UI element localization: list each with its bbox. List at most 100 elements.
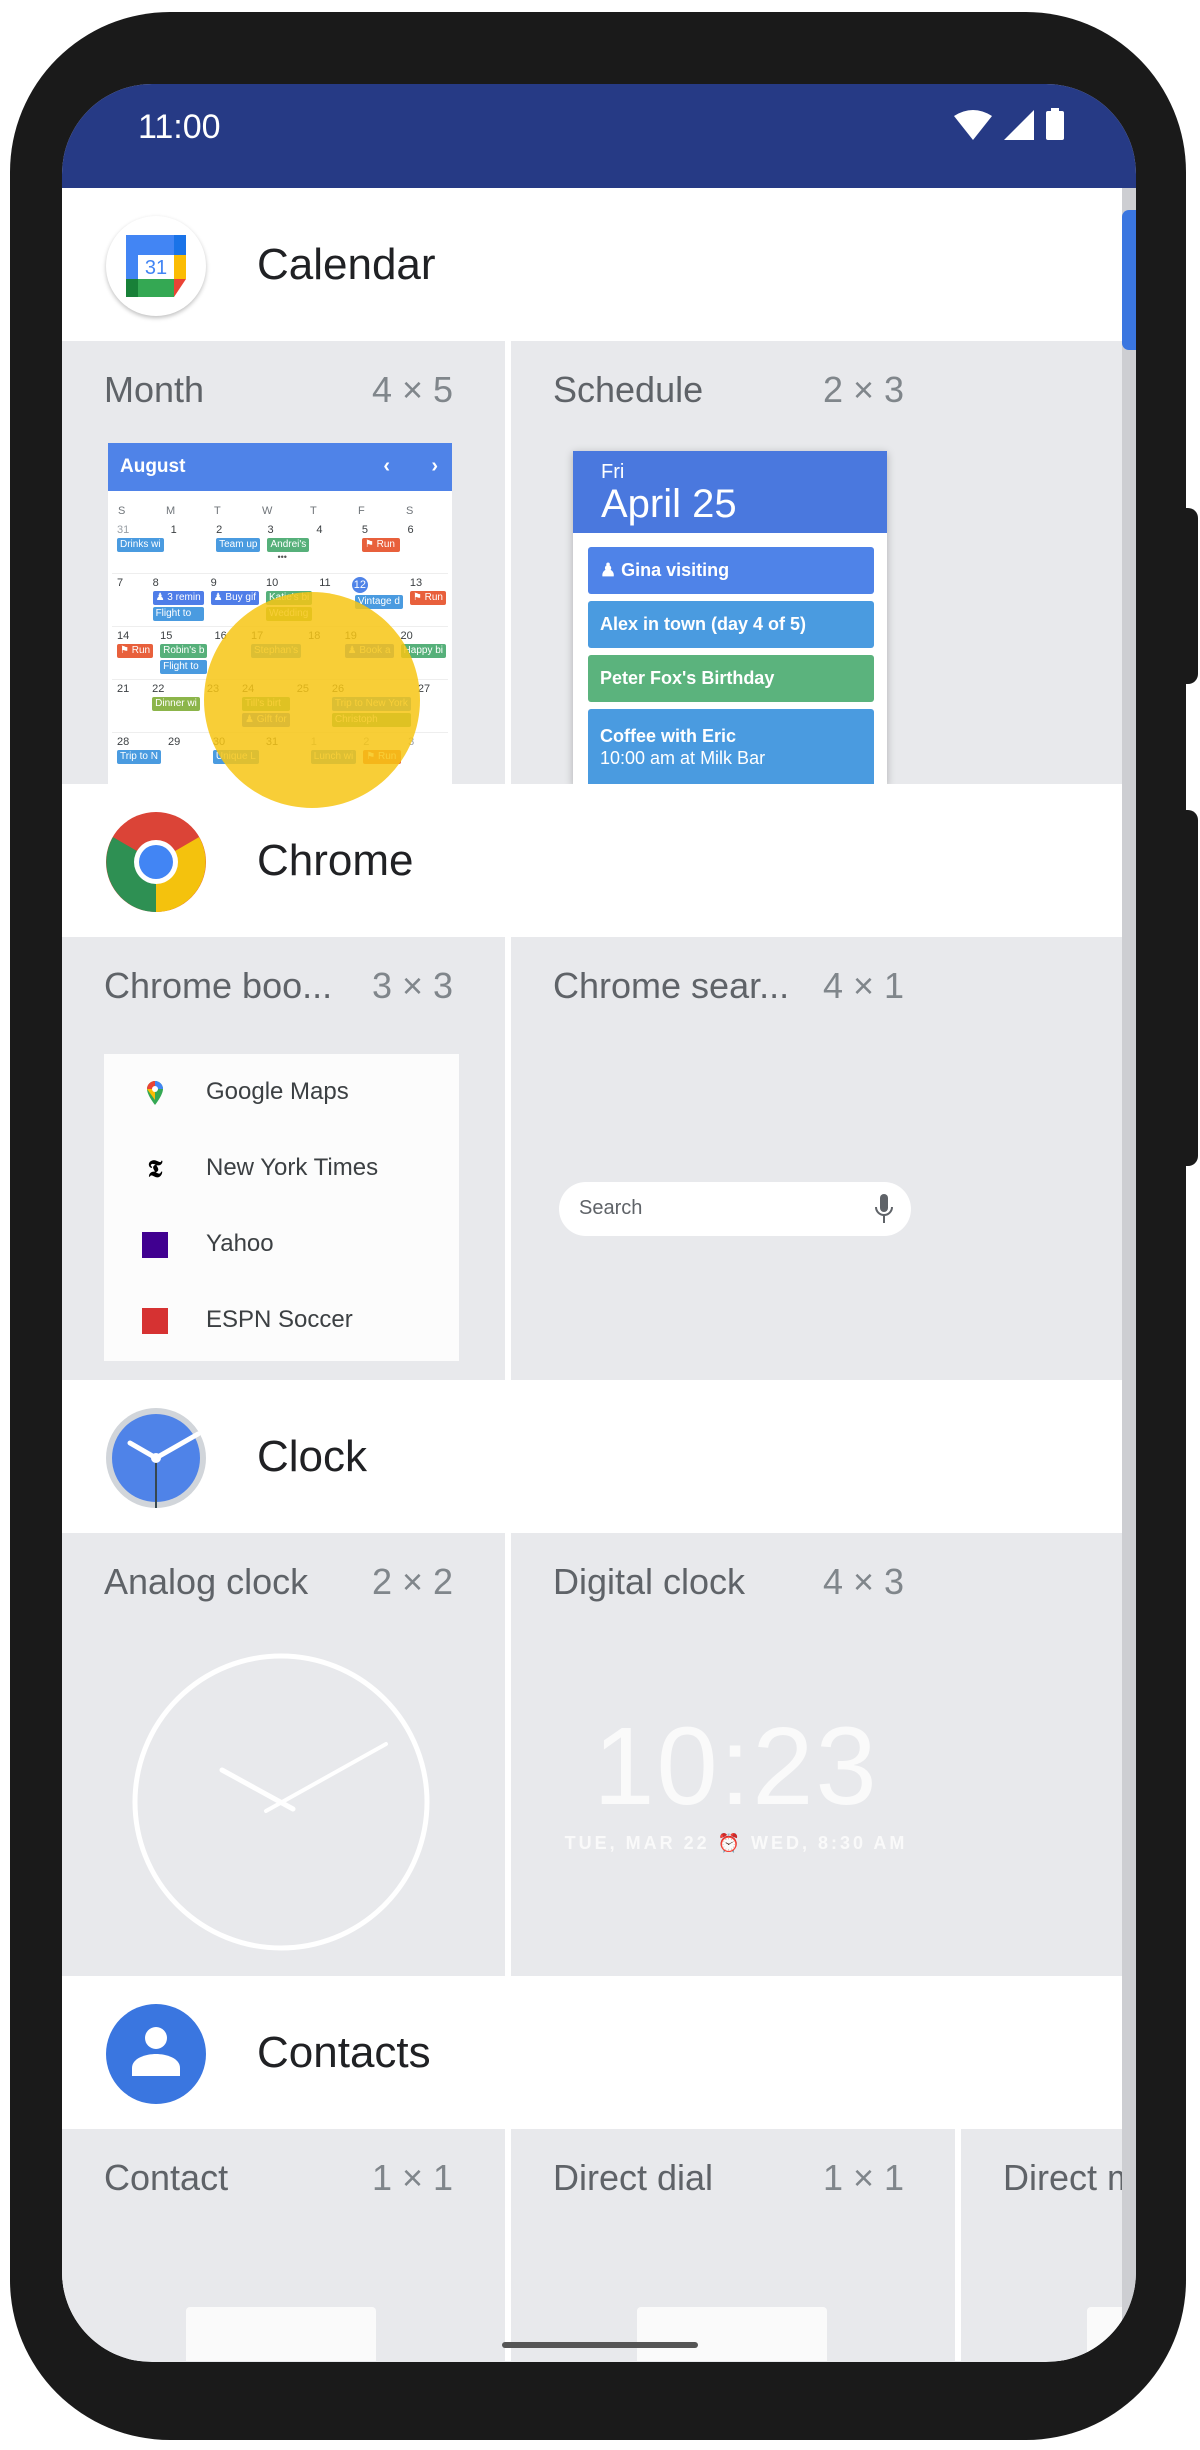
schedule-event: Coffee with Eric 10:00 am at Milk Bar bbox=[588, 709, 874, 784]
chrome-icon bbox=[106, 812, 206, 912]
app-header-calendar[interactable]: 31 Calendar bbox=[62, 188, 1122, 341]
status-time: 11:00 bbox=[138, 108, 221, 146]
widget-size: 4 × 5 bbox=[372, 369, 454, 410]
widget-chrome-search[interactable]: Chrome sear... 4 × 1 Search bbox=[511, 937, 1122, 1380]
widget-list[interactable]: 31 Calendar Month 4 × 5 August ‹ › SMTWT… bbox=[62, 188, 1122, 2361]
day-number: 1 bbox=[170, 524, 177, 536]
day-number: 11 bbox=[319, 577, 331, 589]
digital-date-line: TUE, MAR 22 ⏰ WED, 8:30 AM bbox=[511, 1833, 961, 1854]
direct-message-preview bbox=[1087, 2307, 1122, 2361]
nyt-icon: 𝕿 bbox=[147, 1154, 163, 1183]
digital-time: 10:23 bbox=[593, 1705, 879, 1828]
bookmark-label: ESPN Soccer bbox=[206, 1306, 353, 1333]
widget-digital-clock[interactable]: Digital clock 4 × 3 10:23 TUE, MAR 22 ⏰ … bbox=[511, 1533, 1122, 1976]
calendar-day: 1 bbox=[166, 521, 212, 573]
schedule-event: Alex in town (day 4 of 5) bbox=[588, 601, 874, 648]
contacts-icon bbox=[106, 2004, 206, 2104]
day-number: 4 bbox=[316, 524, 323, 536]
app-name: Clock bbox=[257, 1432, 368, 1481]
calendar-event: Flight to bbox=[152, 607, 204, 621]
widget-size: 3 × 3 bbox=[372, 965, 454, 1006]
calendar-day: 4 bbox=[311, 521, 357, 573]
widget-schedule[interactable]: Schedule 2 × 3 Fri April 25 ♟ Gina visit… bbox=[511, 341, 1122, 784]
widget-title: Contact bbox=[104, 2157, 229, 2198]
schedule-weekday: Fri bbox=[601, 461, 625, 483]
status-bar: 11:00 bbox=[62, 84, 1136, 188]
calendar-day: 2 Team up bbox=[211, 521, 262, 573]
more-events-indicator: ••• bbox=[277, 552, 287, 562]
screen: 11:00 31 Calendar Month 4 × 5 August ‹ ›… bbox=[62, 84, 1136, 2362]
alarm-icon: ⏰ bbox=[717, 1833, 752, 1853]
widget-size: 1 × 1 bbox=[372, 2157, 454, 2198]
app-header-clock[interactable]: Clock bbox=[62, 1380, 1122, 1533]
calendar-day: 14 ⚑ Run bbox=[112, 627, 155, 679]
calendar-day: 22 Dinner wi bbox=[147, 680, 202, 732]
day-number: 13 bbox=[409, 577, 423, 589]
bookmark-label: New York Times bbox=[206, 1154, 379, 1181]
calendar-day: 28 Trip to N bbox=[112, 733, 163, 784]
power-button bbox=[1180, 508, 1198, 684]
calendar-day: 29 bbox=[163, 733, 208, 784]
schedule-event: Peter Fox's Birthday bbox=[588, 655, 874, 702]
next-alarm: WED, 8:30 AM bbox=[751, 1833, 908, 1853]
scrollbar-thumb[interactable] bbox=[1122, 210, 1136, 350]
digital-clock-preview: 10:23 TUE, MAR 22 ⏰ WED, 8:30 AM bbox=[511, 1533, 961, 1976]
schedule-event: ♟ Gina visiting bbox=[588, 547, 874, 594]
calendar-icon: 31 bbox=[106, 216, 206, 316]
widget-size: 2 × 3 bbox=[823, 369, 905, 410]
widget-row-contacts: Contact 1 × 1 Direct dial 1 × 1 Direct m bbox=[62, 2129, 1122, 2361]
mic-icon bbox=[875, 1194, 893, 1223]
weekday-label: S bbox=[406, 505, 414, 517]
calendar-event: Trip to N bbox=[117, 750, 161, 764]
widget-size: 2 × 2 bbox=[372, 1561, 454, 1602]
widget-direct-dial[interactable]: Direct dial 1 × 1 bbox=[511, 2129, 955, 2361]
calendar-week: 31 Drinks wi 1 2 Team up 3 Andrei's ••• 4 5 ⚑ Run 6 bbox=[112, 521, 448, 574]
weekday-label: F bbox=[358, 505, 365, 517]
day-number: 14 bbox=[117, 630, 130, 642]
calendar-event: Dinner wi bbox=[152, 697, 200, 711]
calendar-day: 31 Drinks wi bbox=[112, 521, 166, 573]
widget-analog-clock[interactable]: Analog clock 2 × 2 bbox=[62, 1533, 505, 1976]
app-header-chrome[interactable]: Chrome bbox=[62, 784, 1122, 937]
widget-chrome-bookmarks[interactable]: Chrome boo... 3 × 3 Google Maps 𝕿 New Yo… bbox=[62, 937, 505, 1380]
clock-icon bbox=[106, 1408, 206, 1508]
app-header-contacts[interactable]: Contacts bbox=[62, 1976, 1122, 2129]
widget-title: Schedule bbox=[553, 369, 704, 410]
touch-indicator bbox=[204, 592, 420, 808]
day-number: 3 bbox=[267, 524, 274, 536]
bookmark-item: Google Maps bbox=[104, 1054, 459, 1129]
widget-direct-message[interactable]: Direct m bbox=[961, 2129, 1122, 2361]
signal-icon bbox=[1004, 110, 1034, 140]
widget-size: 1 × 1 bbox=[823, 2157, 905, 2198]
day-number: 15 bbox=[160, 630, 173, 642]
calendar-event: ⚑ Run bbox=[409, 591, 446, 605]
day-number: 6 bbox=[407, 524, 414, 536]
volume-button bbox=[1180, 810, 1198, 1166]
google-maps-icon bbox=[147, 1081, 163, 1105]
home-gesture-bar[interactable] bbox=[502, 2342, 698, 2348]
weekday-label: T bbox=[214, 505, 221, 517]
search-bar-preview: Search bbox=[559, 1182, 911, 1236]
schedule-date: April 25 bbox=[601, 482, 737, 526]
calendar-day: 13 ⚑ Run bbox=[405, 574, 448, 626]
widget-size: 4 × 1 bbox=[823, 965, 905, 1006]
calendar-event: Robin's b bbox=[160, 644, 208, 658]
weekday-label: M bbox=[166, 505, 176, 517]
day-number: 22 bbox=[152, 683, 165, 695]
yahoo-icon bbox=[142, 1232, 168, 1258]
chevron-right-icon: › bbox=[431, 455, 438, 477]
schedule-preview: Fri April 25 ♟ Gina visiting Alex in tow… bbox=[573, 451, 887, 784]
bookmarks-preview: Google Maps 𝕿 New York Times Yahoo ESPN … bbox=[104, 1054, 459, 1361]
scrollbar-track[interactable] bbox=[1122, 188, 1136, 2362]
day-number: 2 bbox=[216, 524, 223, 536]
calendar-day: 5 ⚑ Run bbox=[357, 521, 403, 573]
direct-dial-preview bbox=[637, 2307, 827, 2361]
calendar-event: ⚑ Run bbox=[117, 644, 154, 658]
widget-title: Analog clock bbox=[104, 1561, 309, 1602]
calendar-event: Flight to bbox=[160, 660, 208, 674]
widget-title: Direct dial bbox=[553, 2157, 714, 2198]
month-label: August bbox=[120, 456, 186, 477]
battery-icon bbox=[1046, 108, 1064, 140]
digital-date: TUE, MAR 22 bbox=[564, 1833, 710, 1853]
widget-contact[interactable]: Contact 1 × 1 bbox=[62, 2129, 505, 2361]
